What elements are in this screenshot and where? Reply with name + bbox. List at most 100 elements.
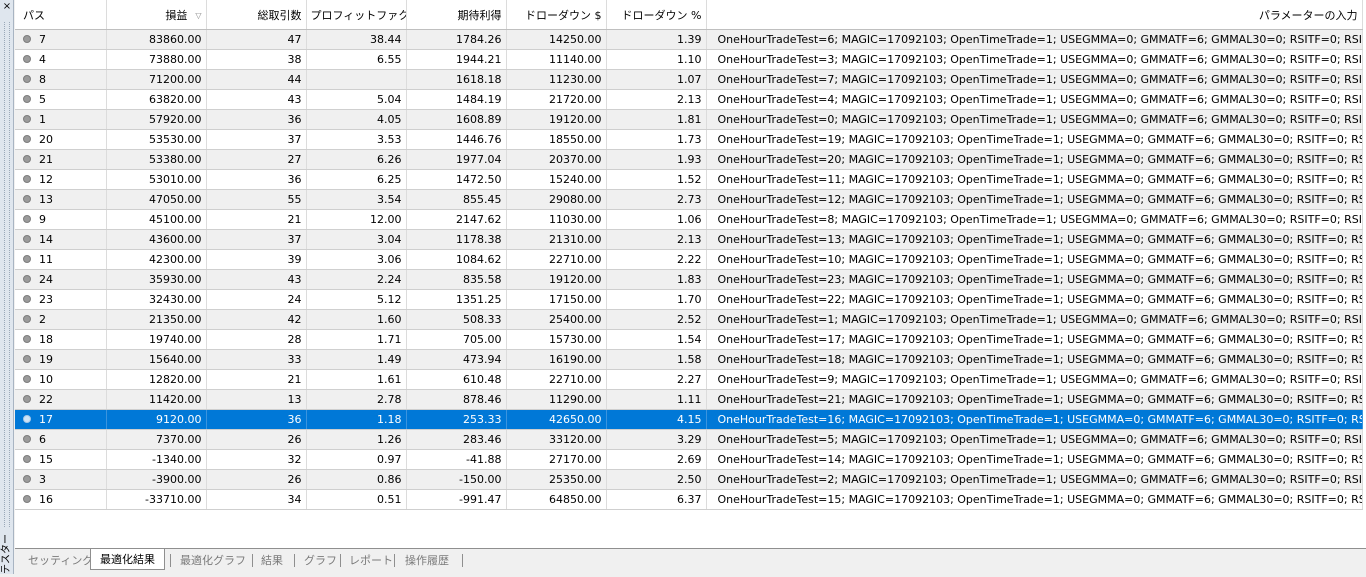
row-expected-payoff-cell: 855.45 (406, 189, 507, 210)
row-profit-factor-cell: 5.12 (306, 289, 407, 310)
pass-dot-icon (23, 335, 31, 343)
row-drawdown-pct-cell: 2.69 (606, 449, 707, 470)
row-trades-cell: 24 (206, 289, 307, 310)
row-parameters-cell: OneHourTradeTest=22; MAGIC=17092103; Ope… (706, 289, 1363, 310)
row-trades-cell: 55 (206, 189, 307, 210)
table-row[interactable]: 12 53010.00 36 6.25 1472.50 15240.00 1.52 OneHo… (15, 169, 1363, 190)
row-parameters-cell: OneHourTradeTest=12; MAGIC=17092103; Ope… (706, 189, 1363, 210)
table-row[interactable]: 2 21350.00 42 1.60 508.33 25400.00 2.52 OneHour… (15, 309, 1363, 330)
row-expected-payoff-cell: 1608.89 (406, 109, 507, 130)
table-row[interactable]: 3 -3900.00 26 0.86 -150.00 25350.00 2.50 OneHou… (15, 469, 1363, 490)
table-row[interactable]: 19 15640.00 33 1.49 473.94 16190.00 1.58 OneHou… (15, 349, 1363, 370)
row-trades-cell: 26 (206, 429, 307, 450)
row-profit-cell: 43600.00 (106, 229, 207, 250)
row-pass-cell: 19 (15, 349, 107, 370)
row-parameters-cell: OneHourTradeTest=17; MAGIC=17092103; Ope… (706, 329, 1363, 350)
row-drawdown-usd-cell: 33120.00 (506, 429, 607, 450)
row-profit-cell: 21350.00 (106, 309, 207, 330)
row-drawdown-usd-cell: 27170.00 (506, 449, 607, 470)
column-header-drawdown-usd[interactable]: ドローダウン $ (506, 0, 607, 30)
row-drawdown-usd-cell: 22710.00 (506, 249, 607, 270)
column-header-parameters[interactable]: パラメーターの入力 (706, 0, 1363, 30)
row-drawdown-usd-cell: 17150.00 (506, 289, 607, 310)
tester-tab-bar: セッティング 最適化結果 最適化グラフ 結果 グラフ レポート 操作履歴 (15, 548, 1366, 574)
row-profit-factor-cell: 6.25 (306, 169, 407, 190)
row-trades-cell: 39 (206, 249, 307, 270)
row-drawdown-pct-cell: 3.29 (606, 429, 707, 450)
table-row[interactable]: 9 45100.00 21 12.00 2147.62 11030.00 1.06 OneHo… (15, 209, 1363, 230)
row-drawdown-pct-cell: 1.06 (606, 209, 707, 230)
column-header-total-trades[interactable]: 総取引数 (206, 0, 307, 30)
table-row[interactable]: 16 -33710.00 34 0.51 -991.47 64850.00 6.37 OneH… (15, 489, 1363, 510)
row-drawdown-usd-cell: 42650.00 (506, 409, 607, 430)
pass-dot-icon (23, 475, 31, 483)
row-profit-factor-cell: 4.05 (306, 109, 407, 130)
row-trades-cell: 44 (206, 69, 307, 90)
row-profit-cell: 11420.00 (106, 389, 207, 410)
pass-number: 2 (39, 313, 46, 326)
table-row[interactable]: 17 9120.00 36 1.18 253.33 42650.00 4.15 OneHour… (15, 409, 1363, 430)
tab-graph[interactable]: グラフ (304, 550, 337, 571)
row-pass-cell: 5 (15, 89, 107, 110)
row-drawdown-pct-cell: 6.37 (606, 489, 707, 510)
row-parameters-cell: OneHourTradeTest=20; MAGIC=17092103; Ope… (706, 149, 1363, 170)
close-icon[interactable]: × (2, 2, 12, 12)
tab-journal[interactable]: 操作履歴 (405, 550, 449, 571)
row-expected-payoff-cell: 1484.19 (406, 89, 507, 110)
column-header-profit[interactable]: 損益 ▽ (106, 0, 207, 30)
table-row[interactable]: 4 73880.00 38 6.55 1944.21 11140.00 1.10 OneHou… (15, 49, 1363, 70)
panel-grip-handle[interactable] (4, 22, 10, 527)
table-row[interactable]: 21 53380.00 27 6.26 1977.04 20370.00 1.93 OneHo… (15, 149, 1363, 170)
row-trades-cell: 37 (206, 229, 307, 250)
row-profit-factor-cell: 1.61 (306, 369, 407, 390)
row-pass-cell: 10 (15, 369, 107, 390)
tab-settings[interactable]: セッティング (28, 550, 93, 571)
table-row[interactable]: 10 12820.00 21 1.61 610.48 22710.00 2.27 OneHou… (15, 369, 1363, 390)
pass-number: 14 (39, 233, 53, 246)
row-trades-cell: 36 (206, 409, 307, 430)
row-drawdown-usd-cell: 11290.00 (506, 389, 607, 410)
table-row[interactable]: 8 71200.00 44 1618.18 11230.00 1.07 OneHourTra… (15, 69, 1363, 90)
row-drawdown-usd-cell: 21310.00 (506, 229, 607, 250)
row-trades-cell: 36 (206, 169, 307, 190)
table-row[interactable]: 13 47050.00 55 3.54 855.45 29080.00 2.73 OneHou… (15, 189, 1363, 210)
row-profit-factor-cell: 1.60 (306, 309, 407, 330)
row-drawdown-pct-cell: 1.07 (606, 69, 707, 90)
tab-results[interactable]: 結果 (261, 550, 283, 571)
table-row[interactable]: 20 53530.00 37 3.53 1446.76 18550.00 1.73 OneHo… (15, 129, 1363, 150)
row-trades-cell: 43 (206, 269, 307, 290)
row-profit-factor-cell: 3.04 (306, 229, 407, 250)
tab-optimization-graph[interactable]: 最適化グラフ (180, 550, 246, 571)
column-header-drawdown-pct[interactable]: ドローダウン % (606, 0, 707, 30)
column-header-label: パラメーターの入力 (1258, 8, 1358, 22)
row-trades-cell: 27 (206, 149, 307, 170)
table-row[interactable]: 24 35930.00 43 2.24 835.58 19120.00 1.83 OneHou… (15, 269, 1363, 290)
pass-number: 5 (39, 93, 46, 106)
row-pass-cell: 12 (15, 169, 107, 190)
table-row[interactable]: 7 83860.00 47 38.44 1784.26 14250.00 1.39 OneHo… (15, 29, 1363, 50)
row-expected-payoff-cell: 1618.18 (406, 69, 507, 90)
column-header-expected-payoff[interactable]: 期待利得 (406, 0, 507, 30)
tab-report[interactable]: レポート (349, 550, 393, 571)
table-row[interactable]: 23 32430.00 24 5.12 1351.25 17150.00 1.70 OneHo… (15, 289, 1363, 310)
table-row[interactable]: 18 19740.00 28 1.71 705.00 15730.00 1.54 OneHou… (15, 329, 1363, 350)
column-header-label: 総取引数 (257, 8, 302, 22)
row-expected-payoff-cell: 508.33 (406, 309, 507, 330)
column-header-label: ドローダウン $ (525, 8, 602, 22)
pass-dot-icon (23, 35, 31, 43)
table-row[interactable]: 22 11420.00 13 2.78 878.46 11290.00 1.11 OneHou… (15, 389, 1363, 410)
row-parameters-cell: OneHourTradeTest=9; MAGIC=17092103; Open… (706, 369, 1363, 390)
table-row[interactable]: 11 42300.00 39 3.06 1084.62 22710.00 2.22 OneHo… (15, 249, 1363, 270)
table-row[interactable]: 1 57920.00 36 4.05 1608.89 19120.00 1.81 OneHou… (15, 109, 1363, 130)
row-pass-cell: 22 (15, 389, 107, 410)
pass-dot-icon (23, 275, 31, 283)
table-row[interactable]: 6 7370.00 26 1.26 283.46 33120.00 3.29 OneHourT… (15, 429, 1363, 450)
column-header-pass[interactable]: パス (15, 0, 107, 30)
optimization-results-grid: パス 損益 ▽ 総取引数 プロフィットファクタ 期待利得 ドローダウン $ ドロー… (15, 0, 1366, 548)
pass-number: 20 (39, 133, 53, 146)
column-header-profit-factor[interactable]: プロフィットファクタ (306, 0, 407, 30)
table-row[interactable]: 14 43600.00 37 3.04 1178.38 21310.00 2.13 OneHo… (15, 229, 1363, 250)
table-row[interactable]: 15 -1340.00 32 0.97 -41.88 27170.00 2.69 OneHou… (15, 449, 1363, 470)
table-row[interactable]: 5 63820.00 43 5.04 1484.19 21720.00 2.13 OneHou… (15, 89, 1363, 110)
tab-optimization-results[interactable]: 最適化結果 (90, 549, 165, 570)
